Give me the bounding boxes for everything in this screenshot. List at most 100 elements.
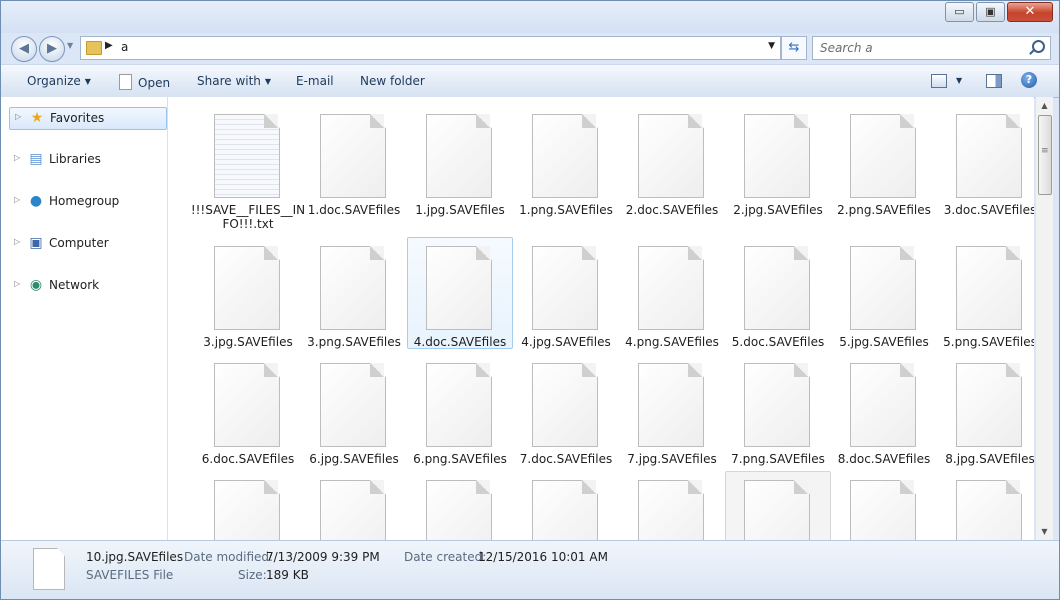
scroll-up-icon[interactable]: ▲: [1036, 97, 1053, 114]
view-options-dropdown-icon[interactable]: ▼: [956, 76, 962, 85]
sidebar-item-network[interactable]: ▷ ◉ Network: [9, 275, 165, 296]
file-item[interactable]: 6.png.SAVEfiles: [407, 354, 513, 466]
minimize-button[interactable]: ▭: [945, 2, 974, 22]
file-item[interactable]: [937, 471, 1034, 540]
file-item[interactable]: 8.doc.SAVEfiles: [831, 354, 937, 466]
file-name: 2.jpg.SAVEfiles: [733, 203, 823, 217]
file-item[interactable]: [407, 471, 513, 540]
share-with-menu[interactable]: Share with ▼: [197, 74, 271, 88]
scrollbar-thumb[interactable]: [1038, 115, 1052, 195]
file-item[interactable]: [619, 471, 725, 540]
title-bar[interactable]: ▭ ▣ ✕: [1, 1, 1059, 33]
sidebar-item-label: Favorites: [50, 111, 105, 125]
date-modified-value: 7/13/2009 9:39 PM: [266, 550, 380, 564]
search-box[interactable]: [812, 36, 1051, 60]
close-button[interactable]: ✕: [1007, 2, 1053, 22]
file-item[interactable]: [513, 471, 619, 540]
expand-arrow-icon[interactable]: ▷: [14, 153, 20, 162]
command-bar: Organize ▼ Open Share with ▼ E-mail New fo…: [1, 64, 1059, 98]
sidebar-item-computer[interactable]: ▷ ▣ Computer: [9, 233, 165, 254]
sidebar-item-favorites[interactable]: ▷ ★ Favorites: [9, 107, 167, 130]
file-name: 6.png.SAVEfiles: [413, 452, 507, 466]
blank-file-icon: [426, 114, 492, 198]
blank-file-icon: [638, 246, 704, 330]
blank-file-icon: [532, 480, 598, 540]
file-item[interactable]: [301, 471, 407, 540]
back-button[interactable]: ◀: [11, 36, 37, 62]
file-item[interactable]: [831, 471, 937, 540]
address-history-dropdown-icon[interactable]: ▼: [768, 41, 775, 51]
text-file-icon: [214, 114, 280, 198]
file-item[interactable]: 4.png.SAVEfiles: [619, 237, 725, 349]
blank-file-icon: [850, 114, 916, 198]
new-folder-button[interactable]: New folder: [360, 74, 425, 88]
search-icon[interactable]: [1032, 40, 1045, 53]
preview-pane-icon[interactable]: [986, 74, 1002, 88]
maximize-button[interactable]: ▣: [976, 2, 1005, 22]
explorer-window: ▭ ▣ ✕ ◀ ▶ ▼ ▶ a ▼ ⇆ Organize▼ Open Share…: [0, 0, 1060, 600]
file-item[interactable]: 6.doc.SAVEfiles: [195, 354, 301, 466]
file-item[interactable]: 7.jpg.SAVEfiles: [619, 354, 725, 466]
blank-file-icon: [426, 363, 492, 447]
navigation-pane: ▷ ★ Favorites ▷ ▤ Libraries ▷ ● Homegroup ▷ ▣ Compu…: [1, 97, 168, 540]
file-item[interactable]: [195, 471, 301, 540]
blank-file-icon: [426, 246, 492, 330]
file-item[interactable]: 7.png.SAVEfiles: [725, 354, 831, 466]
chevron-down-icon: ▼: [84, 77, 91, 86]
help-icon[interactable]: ?: [1021, 72, 1037, 88]
file-item[interactable]: 2.png.SAVEfiles: [831, 105, 937, 217]
sidebar-item-label: Network: [49, 278, 100, 292]
scroll-down-icon[interactable]: ▼: [1036, 523, 1053, 540]
maximize-icon: ▣: [985, 5, 996, 18]
sidebar-item-homegroup[interactable]: ▷ ● Homegroup: [9, 191, 165, 212]
file-list: !!!SAVE__FILES__INFO!!!.txt 1.doc.SAVEfil…: [168, 97, 1034, 540]
file-item[interactable]: !!!SAVE__FILES__INFO!!!.txt: [191, 105, 305, 231]
file-item[interactable]: 6.jpg.SAVEfiles: [301, 354, 407, 466]
computer-icon: ▣: [29, 235, 43, 251]
email-button[interactable]: E-mail: [296, 74, 334, 88]
file-item[interactable]: [725, 471, 831, 540]
file-item[interactable]: 2.doc.SAVEfiles: [619, 105, 725, 217]
file-icon: [33, 548, 67, 590]
file-item[interactable]: 3.doc.SAVEfiles: [937, 105, 1034, 217]
file-item[interactable]: 4.jpg.SAVEfiles: [513, 237, 619, 349]
file-item[interactable]: 3.png.SAVEfiles: [301, 237, 407, 349]
file-item[interactable]: 1.jpg.SAVEfiles: [407, 105, 513, 217]
organize-menu[interactable]: Organize ▼: [27, 74, 91, 88]
file-item[interactable]: 2.jpg.SAVEfiles: [725, 105, 831, 217]
recent-pages-dropdown[interactable]: ▼: [67, 41, 73, 50]
close-icon: ✕: [1024, 4, 1036, 19]
open-button[interactable]: Open: [119, 74, 170, 90]
file-item[interactable]: 5.jpg.SAVEfiles: [831, 237, 937, 349]
blank-file-icon: [744, 114, 810, 198]
breadcrumb-current-folder[interactable]: a: [121, 40, 128, 54]
file-item[interactable]: 4.doc.SAVEfiles: [407, 237, 513, 349]
expand-arrow-icon[interactable]: ▷: [14, 237, 20, 246]
sidebar-item-label: Homegroup: [49, 194, 120, 208]
file-item[interactable]: 7.doc.SAVEfiles: [513, 354, 619, 466]
expand-arrow-icon[interactable]: ▷: [15, 112, 21, 121]
search-input[interactable]: [818, 40, 1022, 56]
vertical-scrollbar[interactable]: ▲ ▼: [1035, 97, 1053, 540]
date-created-value: 12/15/2016 10:01 AM: [478, 550, 608, 564]
blank-file-icon: [744, 246, 810, 330]
file-item[interactable]: 1.png.SAVEfiles: [513, 105, 619, 217]
file-item[interactable]: 8.jpg.SAVEfiles: [937, 354, 1034, 466]
sidebar-item-libraries[interactable]: ▷ ▤ Libraries: [9, 149, 165, 170]
minimize-icon: ▭: [954, 5, 965, 18]
refresh-button[interactable]: ⇆: [781, 36, 807, 60]
blank-file-icon: [214, 246, 280, 330]
change-view-icon[interactable]: [931, 74, 947, 88]
expand-arrow-icon[interactable]: ▷: [14, 195, 20, 204]
file-item[interactable]: 1.doc.SAVEfiles: [301, 105, 407, 217]
document-icon: [119, 74, 132, 90]
expand-arrow-icon[interactable]: ▷: [14, 279, 20, 288]
blank-file-icon: [744, 480, 810, 540]
breadcrumb-chevron-icon[interactable]: ▶: [105, 40, 113, 51]
file-item[interactable]: 5.png.SAVEfiles: [937, 237, 1034, 349]
forward-button[interactable]: ▶: [39, 36, 65, 62]
file-item[interactable]: 5.doc.SAVEfiles: [725, 237, 831, 349]
file-item[interactable]: 3.jpg.SAVEfiles: [195, 237, 301, 349]
details-pane: 10.jpg.SAVEfiles SAVEFILES File Date mod…: [1, 540, 1059, 599]
address-bar[interactable]: ▶ a ▼: [80, 36, 781, 60]
